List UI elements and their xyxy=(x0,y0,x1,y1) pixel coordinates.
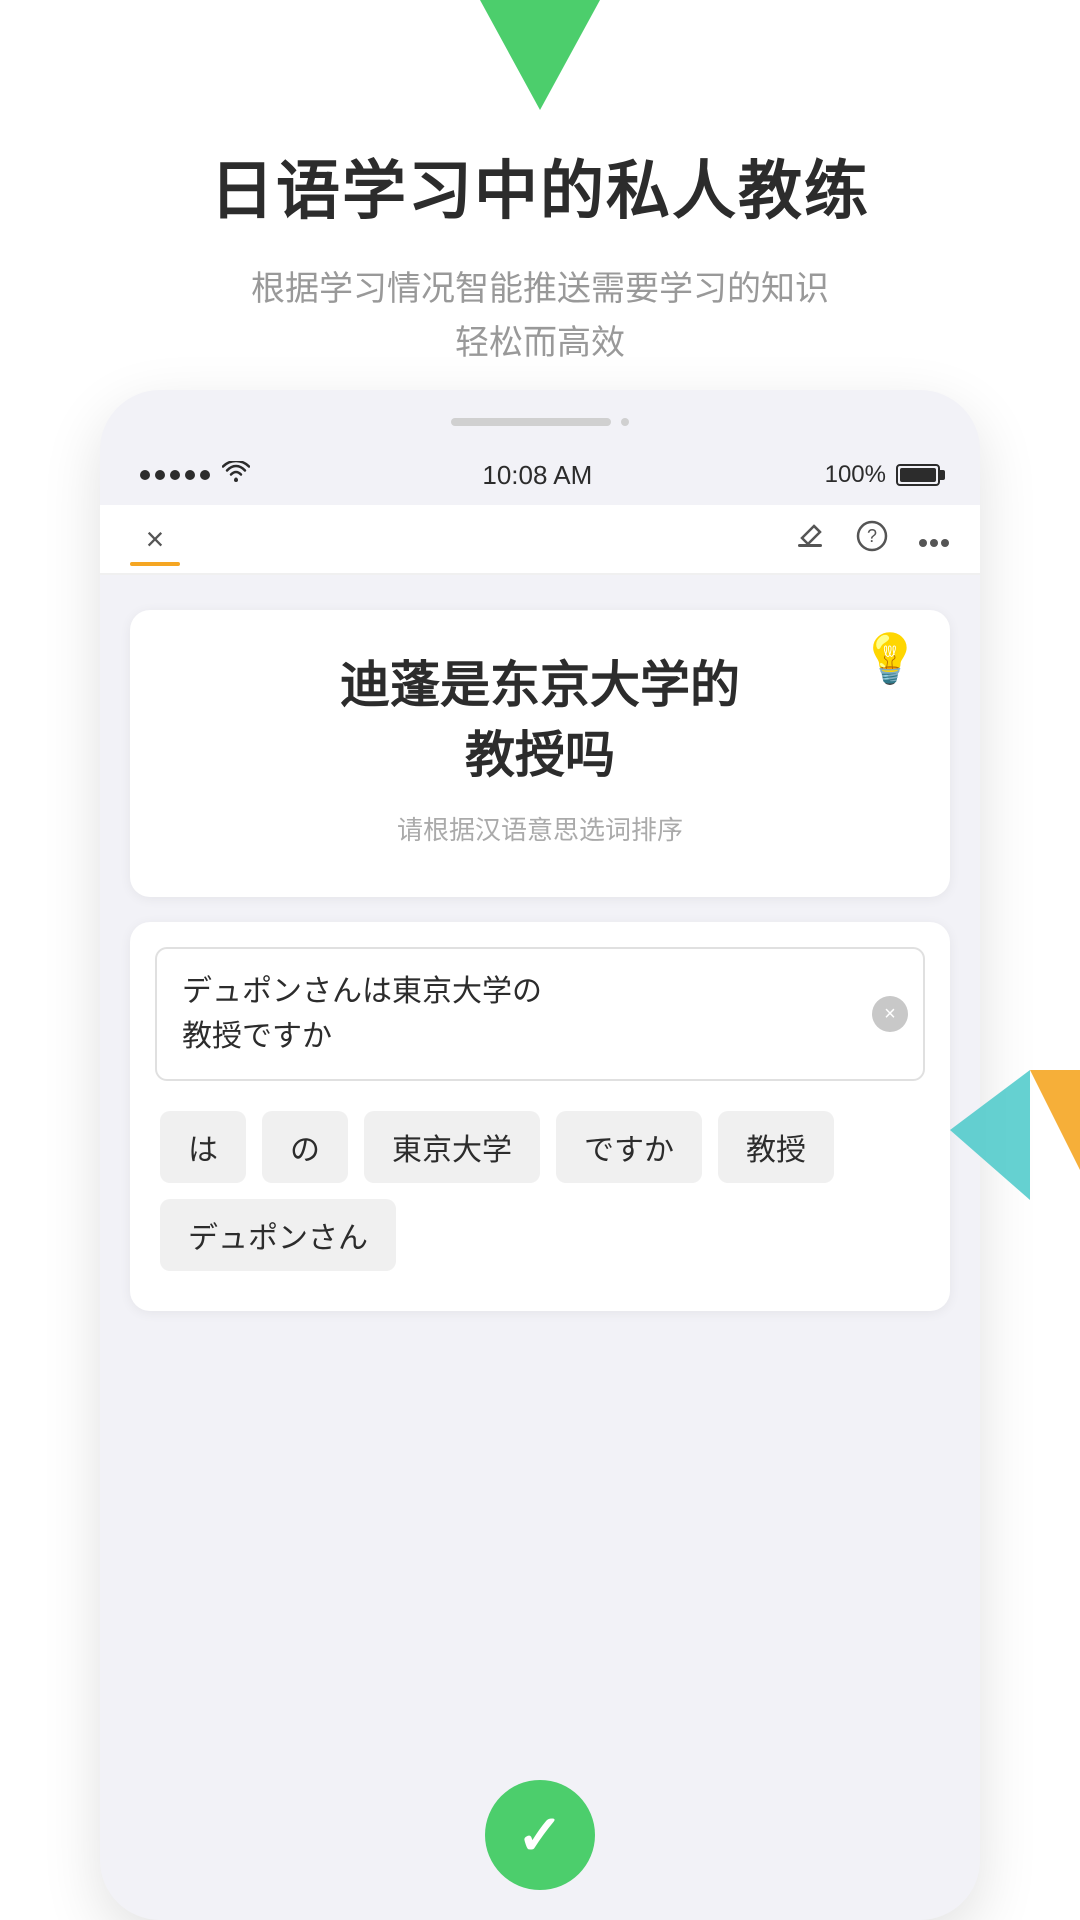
close-button[interactable]: × xyxy=(130,514,180,564)
nav-bar: × ? xyxy=(100,505,980,575)
edit-icon[interactable] xyxy=(794,520,826,559)
signal-dots xyxy=(140,470,210,480)
close-x-icon[interactable]: × xyxy=(146,521,165,558)
word-chip[interactable]: 東京大学 xyxy=(364,1111,540,1183)
signal-dot-3 xyxy=(170,470,180,480)
signal-dot-2 xyxy=(155,470,165,480)
deco-triangles-right xyxy=(950,1070,1080,1270)
word-chips-container: はの東京大学ですか教授デュポンさん xyxy=(155,1111,925,1271)
svg-text:?: ? xyxy=(867,526,877,546)
battery-icon xyxy=(896,464,940,486)
question-card: 💡 迪蓬是东京大学的 教授吗 请根据汉语意思选词排序 xyxy=(130,610,950,897)
more-icon[interactable] xyxy=(918,523,950,555)
word-chip[interactable]: デュポンさん xyxy=(160,1199,396,1271)
sub-title-line1: 根据学习情况智能推送需要学习的知识 xyxy=(0,262,1080,316)
question-hint: 请根据汉语意思选词排序 xyxy=(170,810,910,847)
scroll-indicator xyxy=(451,418,629,426)
battery-fill xyxy=(900,468,936,482)
title-area: 日语学习中的私人教练 根据学习情况智能推送需要学习的知识 轻松而高效 xyxy=(0,140,1080,371)
question-line2: 教授吗 xyxy=(170,720,910,790)
main-title: 日语学习中的私人教练 xyxy=(0,140,1080,232)
sub-title-line2: 轻松而高效 xyxy=(0,316,1080,370)
answer-line1: デュポンさんは東京大学の xyxy=(182,969,863,1014)
word-chip[interactable]: の xyxy=(262,1111,348,1183)
answer-card: デュポンさんは東京大学の 教授ですか × はの東京大学ですか教授デュポンさん xyxy=(130,922,950,1311)
phone-mockup: 10:08 AM 100% × xyxy=(100,390,980,1920)
question-text: 迪蓬是东京大学的 教授吗 xyxy=(170,650,910,790)
wifi-icon xyxy=(222,461,250,489)
checkmark-icon[interactable]: ✓ xyxy=(517,1808,563,1863)
signal-dot-1 xyxy=(140,470,150,480)
signal-dot-4 xyxy=(185,470,195,480)
sub-title: 根据学习情况智能推送需要学习的知识 轻松而高效 xyxy=(0,262,1080,371)
app-logo xyxy=(480,0,600,110)
status-right: 100% xyxy=(825,461,940,489)
signal-dot-5 xyxy=(200,470,210,480)
status-time: 10:08 AM xyxy=(482,460,592,491)
status-left xyxy=(140,461,250,489)
content-area: 💡 迪蓬是东京大学的 教授吗 请根据汉语意思选词排序 デュポンさんは東京大学の … xyxy=(100,580,980,1920)
status-bar: 10:08 AM 100% xyxy=(100,450,980,500)
answer-text: デュポンさんは東京大学の 教授ですか xyxy=(182,969,863,1059)
word-chip[interactable]: は xyxy=(160,1111,246,1183)
lightbulb-icon: 💡 xyxy=(860,630,920,687)
clear-button[interactable]: × xyxy=(872,996,908,1032)
word-chip[interactable]: ですか xyxy=(556,1111,702,1183)
answer-line2: 教授ですか xyxy=(182,1014,863,1059)
scroll-bar xyxy=(451,418,611,426)
submit-button[interactable]: ✓ xyxy=(485,1780,595,1890)
scroll-dot xyxy=(621,418,629,426)
word-chip[interactable]: 教授 xyxy=(718,1111,834,1183)
nav-right-icons: ? xyxy=(794,520,950,559)
answer-input-box[interactable]: デュポンさんは東京大学の 教授ですか × xyxy=(155,947,925,1081)
question-line1: 迪蓬是东京大学的 xyxy=(170,650,910,720)
battery-percent: 100% xyxy=(825,461,886,489)
help-icon[interactable]: ? xyxy=(856,520,888,559)
